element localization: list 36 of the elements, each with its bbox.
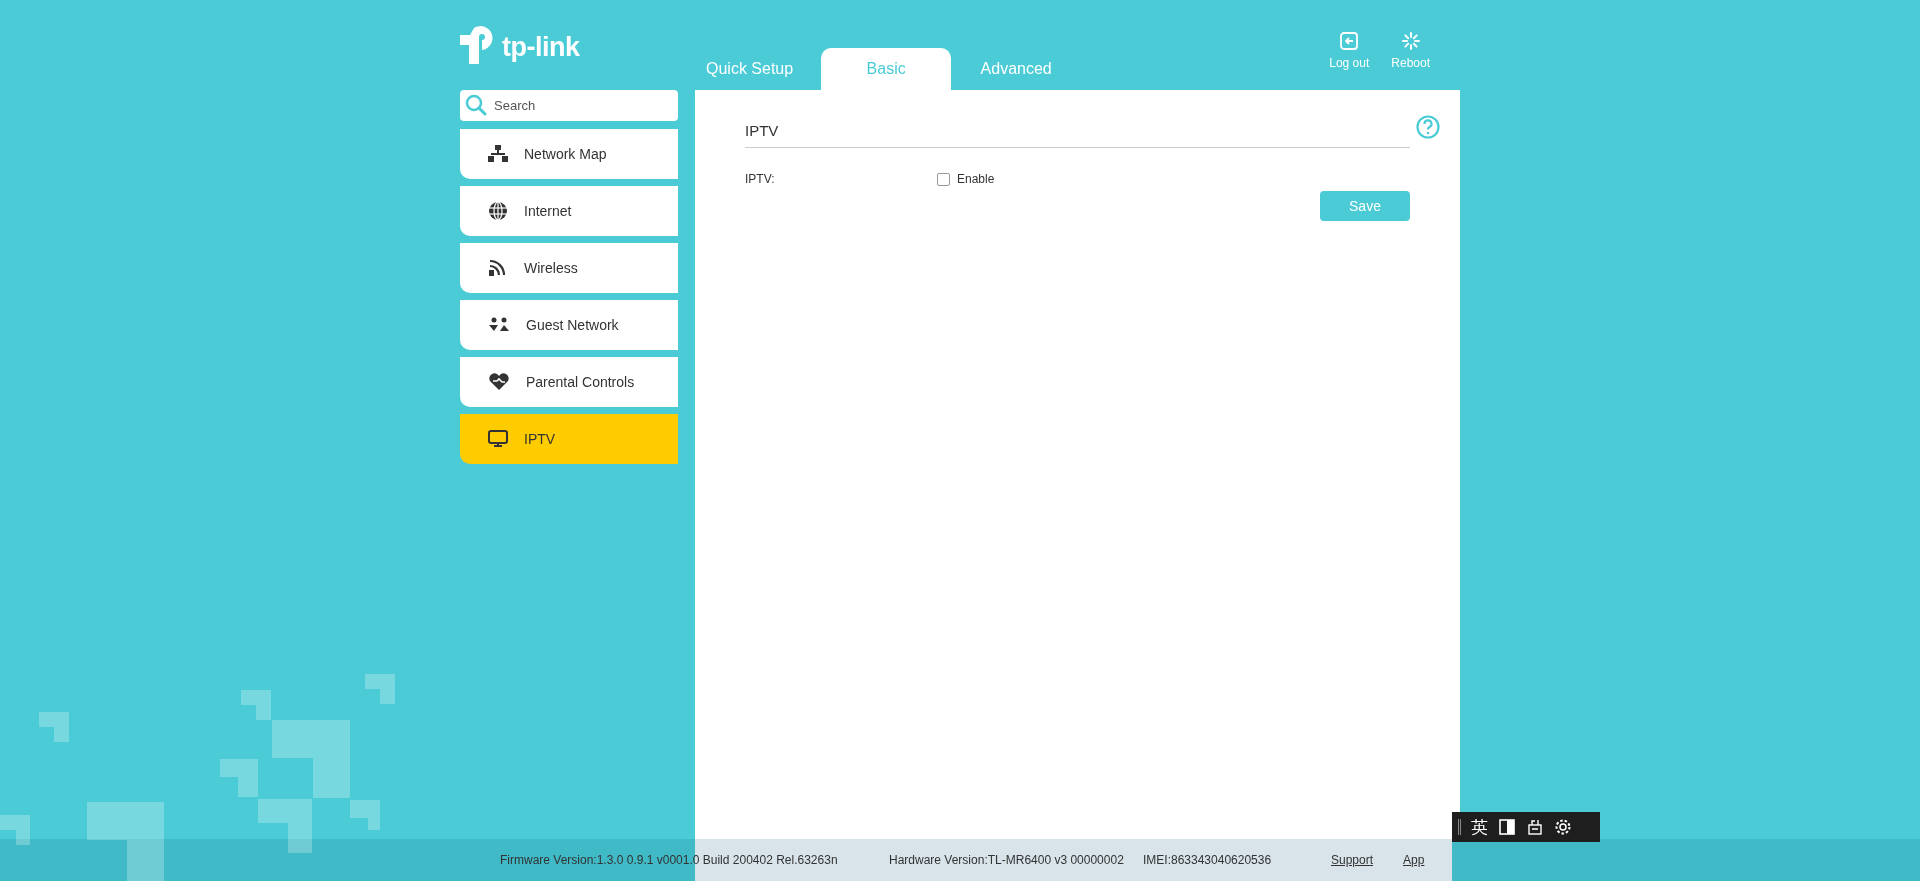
checkbox-label: Enable — [957, 172, 995, 186]
sidebar-item-label: IPTV — [524, 431, 556, 447]
signal-icon — [488, 259, 508, 277]
sidebar-item[interactable]: Network Map — [460, 129, 678, 179]
sidebar-item-label: Wireless — [524, 260, 578, 276]
search-field[interactable]: Search — [460, 90, 678, 121]
sidebar-item[interactable]: IPTV — [460, 414, 678, 464]
footer-link[interactable]: Support — [1331, 853, 1374, 867]
sidebar-item-label: Parental Controls — [526, 374, 635, 390]
sidebar-item[interactable]: Parental Controls — [460, 357, 678, 407]
grip-icon — [1458, 819, 1461, 835]
sidebar-item[interactable]: Guest Network — [460, 300, 678, 350]
field-label: IPTV: — [745, 172, 776, 186]
people-icon — [488, 317, 510, 333]
brand-name: tp-link — [502, 32, 580, 63]
monitor-icon — [488, 430, 508, 448]
section-title: IPTV — [745, 122, 1410, 148]
sidebar-item-label: Network Map — [524, 146, 607, 162]
sidebar-item-label: Guest Network — [526, 317, 619, 333]
search-icon — [465, 94, 487, 116]
enable-checkbox[interactable] — [937, 172, 950, 186]
spinner-icon — [1400, 30, 1421, 51]
input-mode[interactable]: 英 — [1471, 815, 1488, 839]
network-icon — [488, 145, 508, 163]
settings-icon[interactable] — [1554, 818, 1572, 836]
logout-icon — [1339, 30, 1360, 51]
imei-text: IMEI:863343040620536 — [1143, 853, 1273, 867]
sidebar-item[interactable]: Internet — [460, 186, 678, 236]
heart-icon — [488, 373, 510, 391]
half-square-icon[interactable] — [1498, 818, 1516, 836]
hardware-version: Hardware Version:TL-MR6400 v3 00000002 — [889, 853, 1125, 867]
footer-link[interactable]: App — [1403, 853, 1425, 867]
sidebar-item[interactable]: Wireless — [460, 243, 678, 293]
sidebar-item-label: Internet — [524, 203, 572, 219]
globe-icon — [488, 201, 508, 221]
tool-icon[interactable] — [1526, 818, 1544, 836]
